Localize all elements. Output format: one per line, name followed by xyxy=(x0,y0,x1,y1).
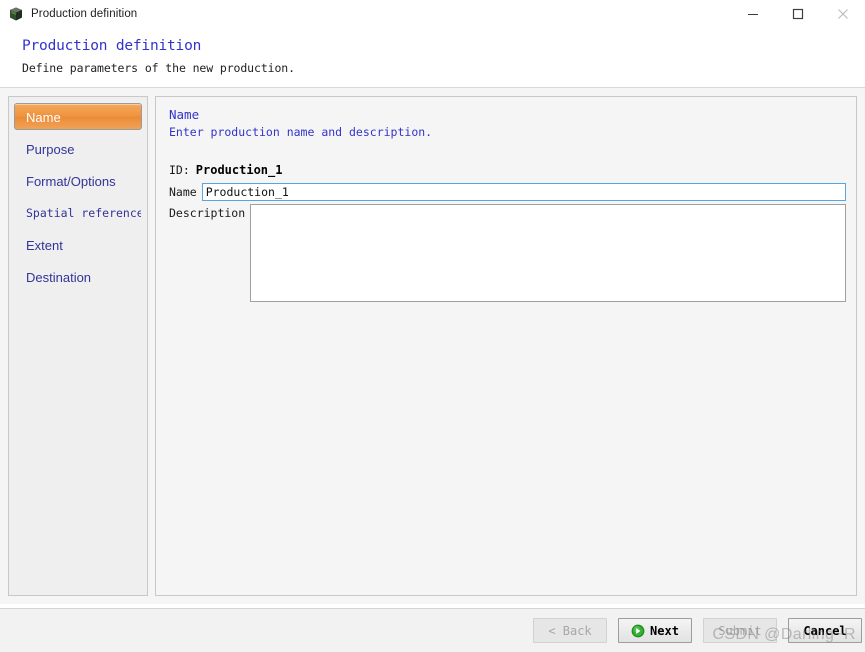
content-panel: Name Enter production name and descripti… xyxy=(155,96,857,596)
maximize-icon[interactable] xyxy=(775,0,820,28)
description-field-row: Description xyxy=(169,204,846,302)
sidebar-item-name[interactable]: Name xyxy=(14,103,142,130)
sidebar-item-spatial-reference-system[interactable]: Spatial reference s xyxy=(14,199,142,226)
name-field-row: Name xyxy=(169,183,846,201)
description-input[interactable] xyxy=(250,204,846,302)
wizard-body: Name Purpose Format/Options Spatial refe… xyxy=(0,88,865,604)
green-arrow-right-icon xyxy=(631,624,645,638)
next-button-label: Next xyxy=(650,623,679,638)
close-icon[interactable] xyxy=(820,0,865,28)
steps-sidebar: Name Purpose Format/Options Spatial refe… xyxy=(8,96,148,596)
minimize-icon[interactable] xyxy=(730,0,775,28)
section-title: Name xyxy=(169,107,200,122)
id-label: ID: xyxy=(169,163,190,177)
section-subtitle: Enter production name and description. xyxy=(169,125,433,139)
sidebar-item-destination[interactable]: Destination xyxy=(14,263,142,290)
cube-icon xyxy=(8,6,24,22)
sidebar-item-purpose[interactable]: Purpose xyxy=(14,135,142,162)
name-input[interactable] xyxy=(201,183,846,201)
name-label: Name xyxy=(169,185,197,199)
title-bar: Production definition xyxy=(0,0,865,29)
id-row: ID: Production_1 xyxy=(169,163,846,177)
submit-button[interactable]: Submit xyxy=(703,618,777,643)
id-value: Production_1 xyxy=(195,163,283,177)
window-title: Production definition xyxy=(31,8,138,20)
page-subtitle: Define parameters of the new production. xyxy=(22,61,295,75)
description-label: Description xyxy=(169,206,246,220)
page-title: Production definition xyxy=(22,38,202,54)
next-button[interactable]: Next xyxy=(618,618,692,643)
wizard-footer: < Back Next Submit Cancel xyxy=(0,608,865,652)
wizard-header: Production definition Define parameters … xyxy=(0,29,865,88)
window-controls xyxy=(730,0,865,28)
back-button[interactable]: < Back xyxy=(533,618,607,643)
sidebar-item-extent[interactable]: Extent xyxy=(14,231,142,258)
cancel-button[interactable]: Cancel xyxy=(788,618,862,643)
sidebar-item-format-options[interactable]: Format/Options xyxy=(14,167,142,194)
